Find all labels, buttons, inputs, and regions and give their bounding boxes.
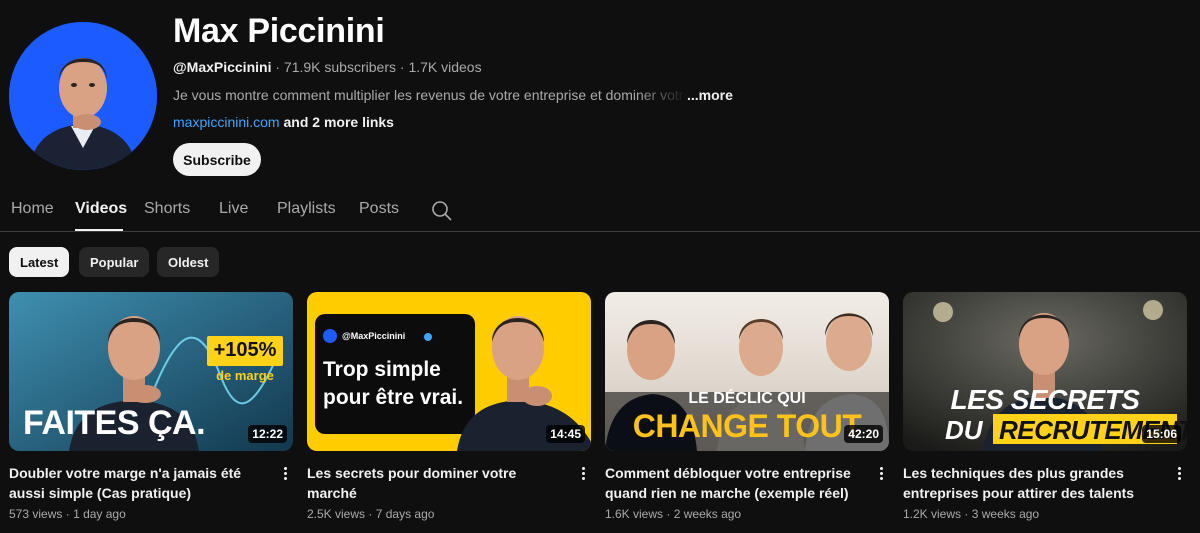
video-title[interactable]: Les techniques des plus grandes entrepri… [903, 463, 1161, 503]
upload-age: 7 days ago [375, 507, 435, 521]
chip-popular[interactable]: Popular [79, 247, 150, 277]
tab-posts[interactable]: Posts [359, 200, 399, 218]
video-title[interactable]: Les secrets pour dominer votre marché [307, 463, 565, 503]
tab-shorts[interactable]: Shorts [144, 200, 190, 218]
video-meta: 2.5K views · 7 days ago [307, 507, 591, 521]
video-title[interactable]: Comment débloquer votre entreprise quand… [605, 463, 863, 503]
thumb-handle: @MaxPiccinini [342, 331, 406, 341]
upload-age: 3 weeks ago [971, 507, 1040, 521]
thumb-headline: FAITES ÇA. [23, 404, 206, 442]
upload-age: 2 weeks ago [673, 507, 742, 521]
tab-playlists[interactable]: Playlists [277, 200, 336, 218]
tab-home[interactable]: Home [11, 200, 54, 218]
channel-name: Max Piccinini [173, 12, 385, 50]
meta-separator: · [399, 59, 405, 75]
thumb-line1: LE DÉCLIC QUI [688, 390, 806, 407]
video-duration: 12:22 [248, 425, 287, 443]
video-card[interactable]: +105% de marge FAITES ÇA. 12:22 Doubler … [9, 292, 293, 521]
website-link[interactable]: maxpiccinini.com [173, 114, 280, 130]
channel-meta: @MaxPiccinini · 71.9K subscribers · 1.7K… [173, 59, 482, 75]
thumb-line1: LES SECRETS [950, 384, 1140, 415]
view-count: 1.2K views [903, 507, 962, 521]
video-thumbnail[interactable]: +105% de marge FAITES ÇA. 12:22 [9, 292, 293, 451]
tab-videos[interactable]: Videos [75, 200, 127, 218]
video-card[interactable]: LES SECRETS DU RECRUTEMENT 15:06 Les tec… [903, 292, 1187, 521]
video-meta: 1.2K views · 3 weeks ago [903, 507, 1187, 521]
view-count: 1.6K views [605, 507, 664, 521]
thumb-line1: Trop simple [323, 358, 441, 381]
thumb-line2a: DU [945, 415, 983, 445]
subscribe-button[interactable]: Subscribe [173, 143, 261, 176]
thumb-badge-sub: de marge [216, 368, 274, 383]
video-title[interactable]: Doubler votre marge n'a jamais été aussi… [9, 463, 267, 503]
channel-handle: @MaxPiccinini [173, 59, 272, 75]
more-links-link[interactable]: and 2 more links [283, 114, 393, 130]
meta-separator: · [65, 507, 70, 521]
channel-links: maxpiccinini.com and 2 more links [173, 114, 394, 130]
channel-tabs: Home Videos Shorts Live Playlists Posts [0, 190, 1200, 232]
more-options-icon[interactable] [1173, 465, 1185, 483]
view-count: 2.5K views [307, 507, 366, 521]
more-link[interactable]: ...more [687, 87, 733, 103]
video-thumbnail[interactable]: LES SECRETS DU RECRUTEMENT 15:06 [903, 292, 1187, 451]
view-count: 573 views [9, 507, 63, 521]
channel-avatar[interactable] [9, 22, 157, 170]
video-count: 1.7K videos [408, 59, 482, 75]
meta-separator: · [666, 507, 671, 521]
more-options-icon[interactable] [577, 465, 589, 483]
video-card[interactable]: LE DÉCLIC QUI CHANGE TOUT 42:20 Comment … [605, 292, 889, 521]
video-thumbnail[interactable]: @MaxPiccinini Trop simple pour être vrai… [307, 292, 591, 451]
description-text: Je vous montre comment multiplier les re… [173, 87, 687, 103]
thumb-line2: pour être vrai. [323, 386, 464, 409]
video-meta: 573 views · 1 day ago [9, 507, 293, 521]
upload-age: 1 day ago [73, 507, 126, 521]
video-duration: 14:45 [546, 425, 585, 443]
thumb-badge: +105% [213, 339, 277, 361]
video-thumbnail[interactable]: LE DÉCLIC QUI CHANGE TOUT 42:20 [605, 292, 889, 451]
more-options-icon[interactable] [875, 465, 887, 483]
video-duration: 42:20 [844, 425, 883, 443]
video-card[interactable]: @MaxPiccinini Trop simple pour être vrai… [307, 292, 591, 521]
chip-oldest[interactable]: Oldest [157, 247, 220, 277]
active-tab-indicator [75, 229, 123, 231]
meta-separator: · [275, 59, 281, 75]
channel-description[interactable]: Je vous montre comment multiplier les re… [173, 87, 733, 103]
chip-latest[interactable]: Latest [9, 247, 70, 277]
video-duration: 15:06 [1142, 425, 1181, 443]
more-options-icon[interactable] [279, 465, 291, 483]
search-icon[interactable] [431, 200, 453, 222]
meta-separator: · [964, 507, 969, 521]
tab-live[interactable]: Live [219, 200, 248, 218]
video-meta: 1.6K views · 2 weeks ago [605, 507, 889, 521]
meta-separator: · [368, 507, 373, 521]
subscriber-count: 71.9K subscribers [283, 59, 396, 75]
